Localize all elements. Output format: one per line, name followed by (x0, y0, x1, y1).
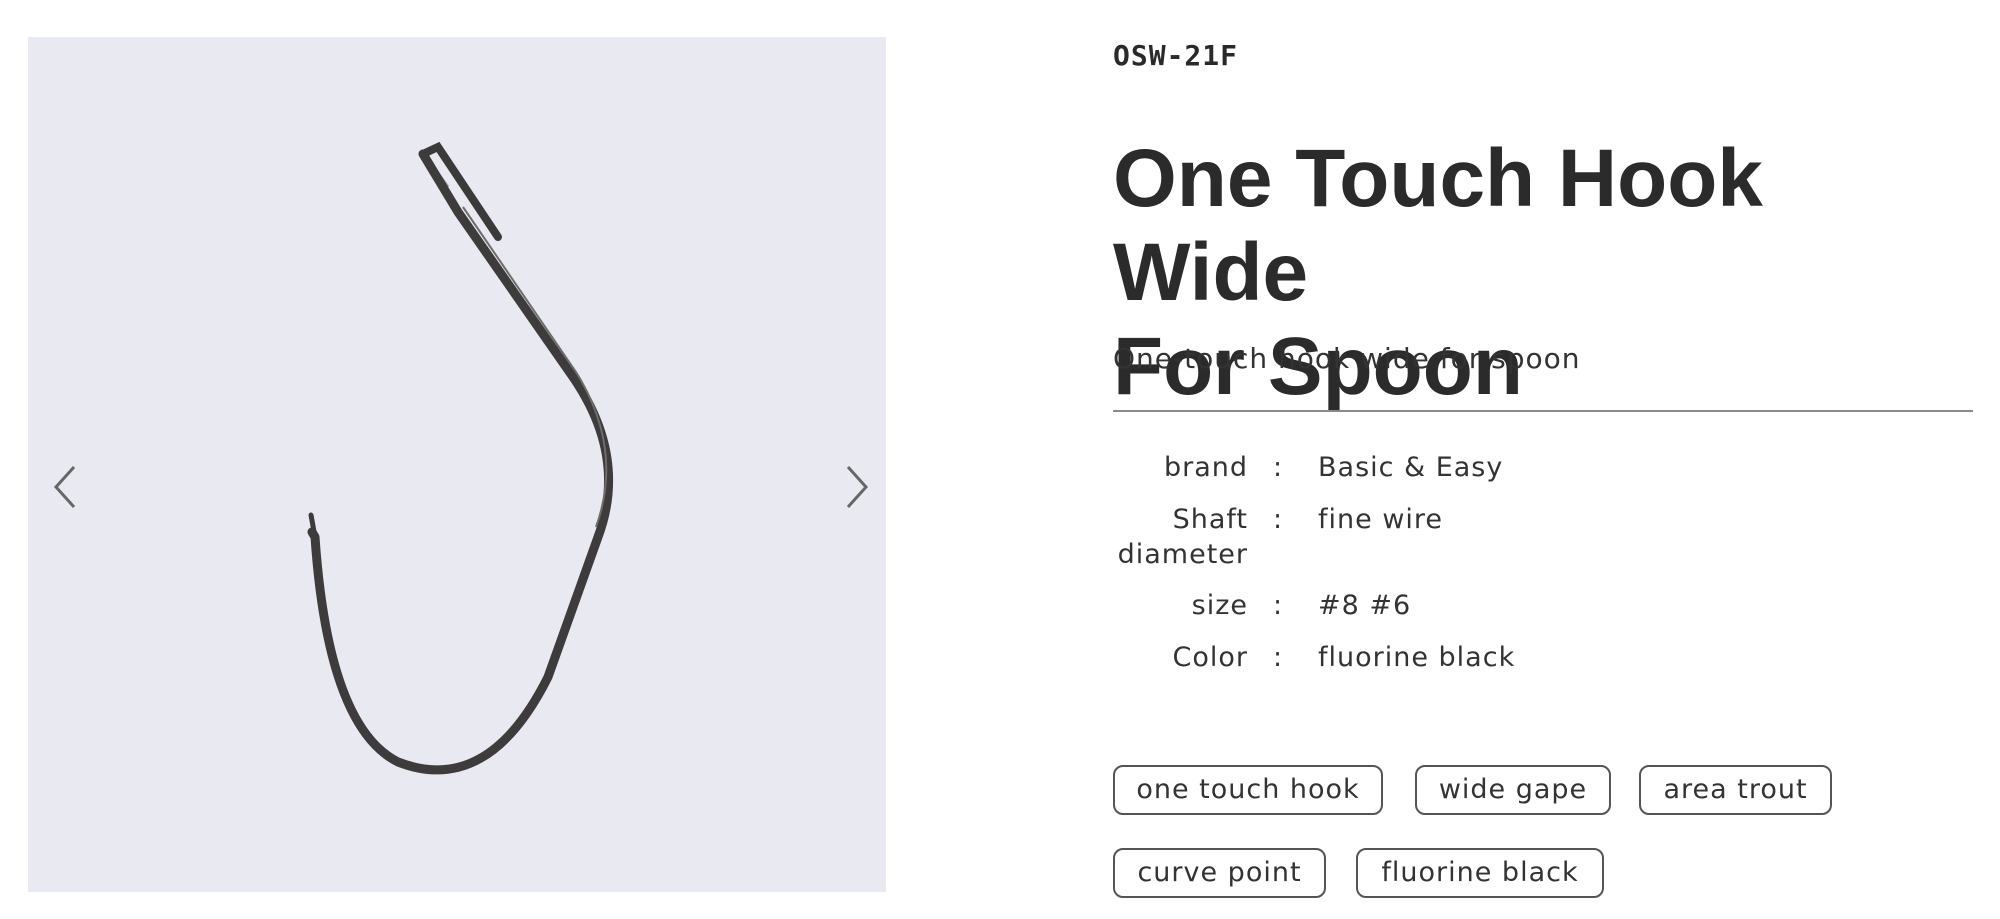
gallery-next-button[interactable] (836, 457, 876, 517)
spec-table: brand : Basic & Easy Shaft diameter : fi… (1113, 450, 1813, 692)
spec-separator: : (1272, 590, 1284, 621)
chevron-left-icon (53, 465, 76, 509)
spec-label: Color (1172, 642, 1248, 673)
chevron-right-icon (846, 465, 869, 509)
tag-curve-point[interactable]: curve point (1113, 848, 1326, 898)
spec-separator: : (1272, 504, 1284, 535)
tag-one-touch-hook[interactable]: one touch hook (1113, 765, 1383, 815)
product-code: OSW-21F (1113, 39, 1239, 72)
spec-row-shaft-diameter: Shaft diameter : fine wire (1113, 502, 1813, 588)
gallery-prev-button[interactable] (46, 457, 86, 517)
product-subtitle: One-touch hook wide for spoon (1113, 342, 1581, 375)
spec-row-color: Color : fluorine black (1113, 640, 1813, 692)
tag-area-trout[interactable]: area trout (1639, 765, 1832, 815)
divider (1113, 410, 1973, 412)
spec-label: Shaft diameter (1117, 504, 1248, 570)
product-image-gallery (28, 37, 886, 892)
product-info: OSW-21F One Touch Hook Wide For Spoon On… (1113, 30, 1973, 898)
product-title-line-1: One Touch Hook Wide (1113, 133, 1763, 318)
spec-value: fluorine black (1318, 642, 1516, 673)
hook-product-image (307, 141, 614, 775)
tag-wide-gape[interactable]: wide gape (1415, 765, 1611, 815)
spec-row-size: size : #8 #6 (1113, 588, 1813, 640)
tag-fluorine-black[interactable]: fluorine black (1356, 848, 1604, 898)
spec-row-brand: brand : Basic & Easy (1113, 450, 1813, 502)
spec-separator: : (1272, 642, 1284, 673)
spec-separator: : (1272, 452, 1284, 483)
spec-label: size (1191, 590, 1248, 621)
spec-label: brand (1163, 452, 1248, 483)
spec-value: Basic & Easy (1318, 452, 1504, 483)
spec-value: #8 #6 (1318, 590, 1412, 621)
spec-value: fine wire (1318, 504, 1444, 535)
